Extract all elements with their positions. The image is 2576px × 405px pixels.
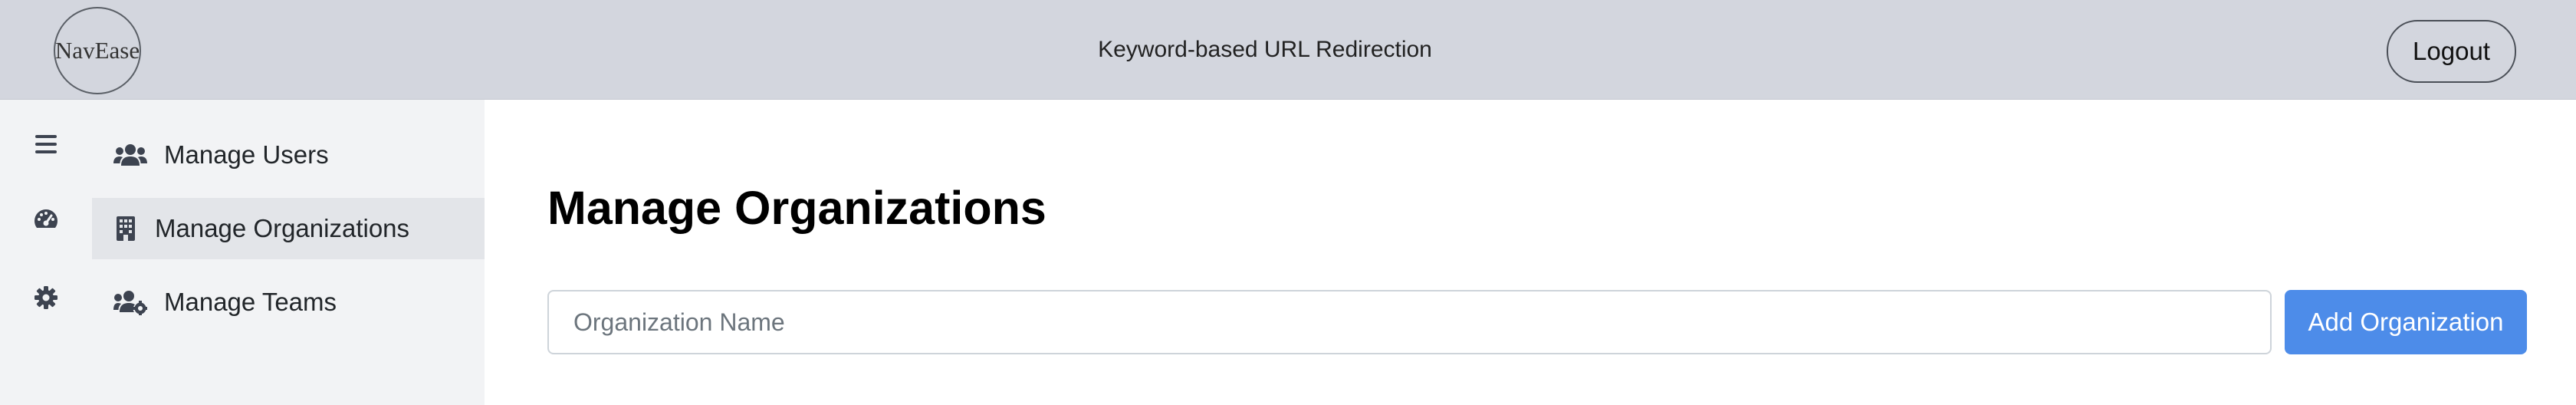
top-header: NavEase Keyword-based URL Redirection Lo… <box>0 0 2576 100</box>
sidebar-item-label: Manage Organizations <box>155 214 410 242</box>
sidebar-item-label: Manage Users <box>164 140 329 169</box>
add-organization-button[interactable]: Add Organization <box>2285 290 2527 354</box>
logout-button[interactable]: Logout <box>2387 20 2516 83</box>
sidebar: Manage Users Manage Organizations Manage… <box>92 100 485 405</box>
dashboard-gauge-icon[interactable] <box>31 204 61 235</box>
page-title: Manage Organizations <box>547 182 1046 234</box>
sidebar-item-manage-organizations[interactable]: Manage Organizations <box>92 198 485 259</box>
building-icon <box>107 213 144 244</box>
organization-name-input[interactable] <box>547 290 2272 354</box>
main-content: Manage Organizations Add Organization <box>485 100 2576 405</box>
users-gear-icon <box>112 287 149 318</box>
sidebar-item-label: Manage Teams <box>164 288 337 316</box>
users-icon <box>112 140 149 170</box>
sidebar-item-manage-teams[interactable]: Manage Teams <box>92 272 485 333</box>
sidebar-item-manage-users[interactable]: Manage Users <box>92 124 485 186</box>
hamburger-menu-icon[interactable] <box>31 129 61 160</box>
icon-rail <box>0 100 92 405</box>
gear-icon[interactable] <box>31 282 61 313</box>
app-title: Keyword-based URL Redirection <box>1098 37 1432 62</box>
